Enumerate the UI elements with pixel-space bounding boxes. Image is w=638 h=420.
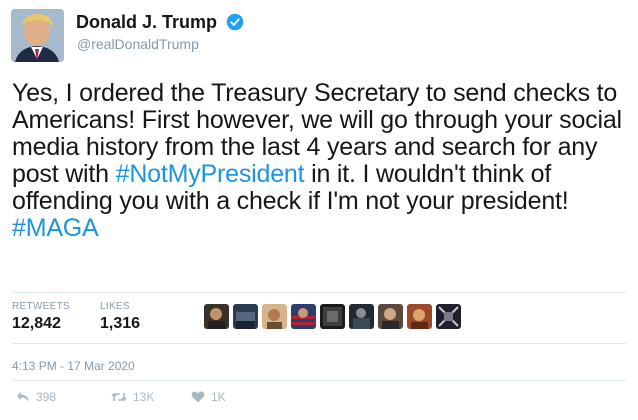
divider [12,380,626,381]
liker-avatar[interactable] [262,304,287,329]
retweet-button[interactable]: 13K [111,390,154,404]
liker-avatar[interactable] [407,304,432,329]
hashtag-link[interactable]: #MAGA [12,214,99,242]
verified-badge-icon [226,13,244,31]
retweets-count: 12,842 [12,315,61,332]
reply-button[interactable]: 398 [16,390,56,404]
avatar[interactable] [11,9,64,62]
heart-icon [191,391,205,403]
liker-avatar[interactable] [436,304,461,329]
liker-avatar[interactable] [320,304,345,329]
divider [12,343,626,344]
liker-avatar[interactable] [291,304,316,329]
reply-icon [17,392,29,402]
tweet-text: Yes, I ordered the Treasury Secretary to… [12,80,622,242]
likes-count: 1,316 [100,315,141,332]
like-button[interactable]: 1K [191,390,226,404]
divider [12,292,626,293]
liker-avatar[interactable] [349,304,374,329]
likes-label: LIKES [100,301,130,312]
liker-avatar[interactable] [204,304,229,329]
hashtag-link[interactable]: #NotMyPresident [116,160,305,188]
user-handle[interactable]: @realDonaldTrump [77,36,199,52]
like-count: 1K [211,390,226,404]
likes-stat[interactable]: LIKES 1,316 [100,301,140,333]
liker-avatar[interactable] [378,304,403,329]
reply-count: 398 [36,390,57,404]
retweet-count: 13K [133,390,155,404]
display-name[interactable]: Donald J. Trump [76,12,217,33]
tweet-timestamp[interactable]: 4:13 PM - 17 Mar 2020 [12,359,135,373]
liker-avatar[interactable] [233,304,258,329]
tweet-card: Donald J. Trump @realDonaldTrump Yes, I … [0,0,638,420]
retweet-icon [111,392,127,402]
retweets-label: RETWEETS [12,301,70,312]
retweets-stat[interactable]: RETWEETS 12,842 [12,301,70,333]
